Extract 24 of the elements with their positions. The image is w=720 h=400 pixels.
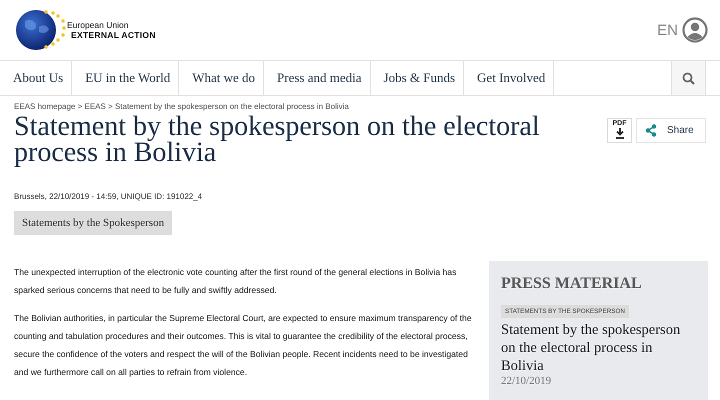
breadcrumb: EEAS homepage > EEAS > Statement by the spokesperson on the electoral process in Bolivia xyxy=(13,101,350,113)
share-icon xyxy=(645,124,657,137)
panel-heading: PRESS MATERIAL xyxy=(501,275,643,293)
download-icon xyxy=(614,128,624,139)
article-meta: Brussels, 22/10/2019 - 14:59, UNIQUE ID: 191022_4 xyxy=(13,192,204,201)
paragraph: The Bolivian authorities, in particular the Supreme Electoral Court, are expected to ensure maximum transparency of the counting and tabulation procedures and their outcomes. This is vital to guarantee the credibility of the electoral process, secure the confidence of the voters and respect the will of the Bolivian people. Recent incidents need to be investigated and we furthermore call on all parties to refrain from violence. xyxy=(14,312,473,379)
article-title: Statement by the spokesperson on the electoral process in Bolivia xyxy=(14,114,541,170)
nav-item[interactable]: Get Involved xyxy=(464,61,554,95)
search-icon xyxy=(682,72,695,84)
share-button[interactable]: Share xyxy=(636,118,706,143)
paragraph: The unexpected interruption of the electronic vote counting after the first round of the general elections in Bolivia has sparked serious concerns that need to be fully and swiftly addressed. xyxy=(14,266,458,297)
user-icon[interactable] xyxy=(682,17,708,43)
language-selector[interactable]: EN xyxy=(657,22,678,38)
category-tag[interactable]: Statements by the Spokesperson xyxy=(14,211,172,235)
logo-title: European Union xyxy=(67,20,130,30)
press-item-date: 22/10/2019 xyxy=(501,375,552,387)
nav-item[interactable]: Press and media xyxy=(264,61,371,95)
logo-subtitle: EXTERNAL ACTION xyxy=(71,30,156,40)
nav-item[interactable]: Jobs & Funds xyxy=(370,61,464,95)
nav-item[interactable]: What we do xyxy=(179,61,264,95)
search-button[interactable] xyxy=(671,61,706,95)
press-item-link[interactable]: Statement by the spokesperson on the electoral process in Bolivia xyxy=(501,321,696,375)
nav-item[interactable]: About Us xyxy=(0,61,72,95)
nav-item[interactable]: EU in the World xyxy=(72,61,180,95)
